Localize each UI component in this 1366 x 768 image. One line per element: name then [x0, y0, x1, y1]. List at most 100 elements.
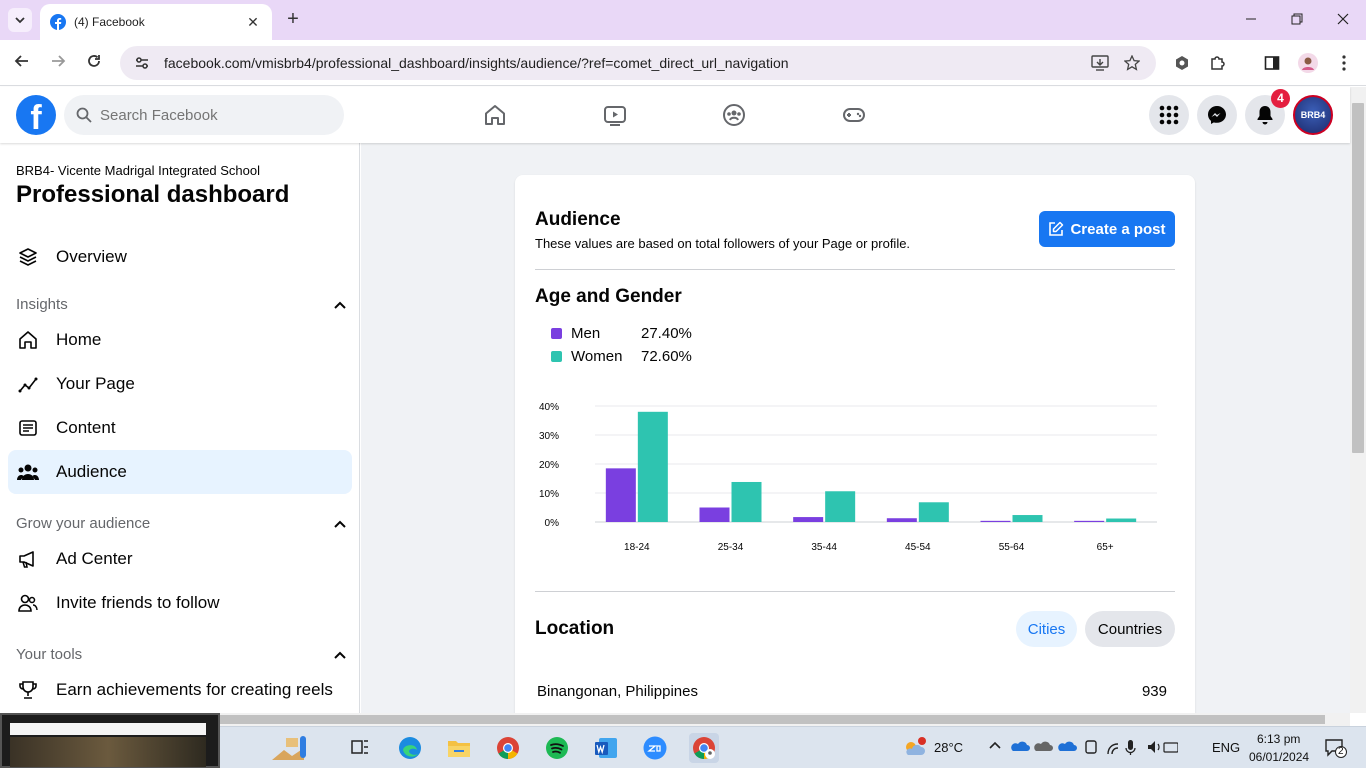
close-glyph	[1337, 13, 1349, 25]
chevron-up-icon[interactable]	[334, 520, 346, 528]
bar-men-45-54	[886, 518, 917, 522]
url-text[interactable]: facebook.com/vmisbrb4/professional_dashb…	[164, 55, 789, 71]
facebook-logo-icon[interactable]: f	[16, 95, 56, 135]
search-input[interactable]	[100, 106, 320, 124]
back-arrow-icon[interactable]	[10, 51, 34, 75]
profile-glyph	[1298, 53, 1318, 73]
weather-temp[interactable]: 28°C	[934, 740, 963, 755]
edge-glyph	[399, 737, 421, 759]
content-cards-icon	[16, 416, 40, 440]
sidebar-item-invite-friends[interactable]: Invite friends to follow	[8, 581, 352, 625]
window-preview-thumbnail[interactable]	[0, 713, 220, 768]
horizontal-scroll-thumb[interactable]	[220, 715, 1325, 724]
messenger-button[interactable]	[1197, 95, 1237, 135]
restore-icon[interactable]	[1285, 8, 1309, 32]
y-tick-label: 10%	[539, 489, 559, 500]
chevron-up-icon[interactable]	[334, 301, 346, 309]
bar-women-18-24	[637, 411, 668, 522]
side-panel-icon[interactable]	[1260, 51, 1284, 75]
site-settings-icon[interactable]	[134, 55, 150, 71]
sidebar-item-achievements[interactable]: Earn achievements for creating reels	[8, 668, 352, 712]
minimize-icon[interactable]	[1239, 8, 1263, 32]
reload-icon[interactable]	[82, 51, 106, 75]
onedrive-icon[interactable]	[1010, 738, 1080, 757]
chrome-app-icon[interactable]	[493, 733, 523, 763]
forward-arrow-icon[interactable]	[46, 51, 70, 75]
close-window-icon[interactable]	[1331, 8, 1355, 32]
sidebar-item-label: Ad Center	[56, 549, 133, 568]
search-icon	[76, 107, 92, 123]
sidebar-item-audience[interactable]: Audience	[8, 450, 352, 494]
extensions-puzzle-icon[interactable]	[1206, 51, 1230, 75]
gaming-nav-icon[interactable]	[834, 95, 874, 135]
tray-overflow-chevron-icon[interactable]	[988, 738, 1002, 755]
system-tray-icons[interactable]	[1084, 738, 1179, 759]
close-tab-icon[interactable]: ✕	[244, 14, 262, 31]
sidebar-item-home[interactable]: Home	[8, 318, 352, 362]
sidebar-item-your-page[interactable]: Your Page	[8, 362, 352, 406]
bookmark-star-icon[interactable]	[1120, 51, 1144, 75]
sidebar-item-content[interactable]: Content	[8, 406, 352, 450]
browser-tab[interactable]: (4) Facebook ✕	[40, 4, 272, 40]
chrome-profile-app-icon[interactable]	[689, 733, 719, 763]
word-app-icon[interactable]	[591, 733, 621, 763]
notification-center-glyph	[1325, 739, 1347, 758]
layers-glyph	[19, 248, 37, 266]
grow-section-header[interactable]: Grow your audience	[16, 515, 346, 532]
tray-system-glyph	[1085, 740, 1179, 755]
spotify-app-icon[interactable]	[542, 733, 572, 763]
y-tick-label: 40%	[539, 402, 559, 413]
home-nav-icon[interactable]	[475, 95, 515, 135]
cities-tab[interactable]: Cities	[1016, 611, 1077, 647]
browser-menu-icon[interactable]	[1332, 51, 1356, 75]
preview-page-image	[10, 737, 206, 767]
x-tick-label: 65+	[1097, 542, 1114, 553]
weather-icon[interactable]	[900, 733, 928, 763]
sidebar-item-overview[interactable]: Overview	[8, 235, 352, 279]
menu-grid-button[interactable]	[1149, 95, 1189, 135]
clock-date[interactable]: 06/01/2024	[1249, 750, 1309, 764]
new-tab-button[interactable]: +	[282, 8, 304, 32]
chevron-down-icon	[15, 17, 25, 24]
video-nav-icon[interactable]	[595, 95, 635, 135]
file-explorer-icon[interactable]	[444, 733, 474, 763]
edge-app-icon[interactable]	[395, 733, 425, 763]
taskbar-desktop-art-icon[interactable]	[268, 733, 308, 763]
location-count: 939	[1141, 683, 1167, 700]
address-bar[interactable]: facebook.com/vmisbrb4/professional_dashb…	[120, 46, 1156, 80]
insights-section-header[interactable]: Insights	[16, 296, 346, 313]
home-outline-glyph	[19, 331, 37, 349]
vertical-scroll-thumb[interactable]	[1352, 103, 1364, 453]
tab-search-button[interactable]	[8, 8, 32, 32]
page-title: Professional dashboard	[16, 181, 290, 208]
groups-nav-icon[interactable]	[714, 95, 754, 135]
account-avatar[interactable]: BRB4	[1293, 95, 1333, 135]
search-box[interactable]	[64, 95, 344, 135]
trend-glyph	[18, 377, 38, 393]
megaphone-icon	[16, 547, 40, 571]
facebook-header: f 4 BRB4	[0, 87, 1350, 143]
chevron-up-icon[interactable]	[334, 651, 346, 659]
notification-center-icon[interactable]	[1324, 738, 1348, 761]
extension-icon[interactable]	[1170, 51, 1194, 75]
profile-avatar-icon[interactable]	[1296, 51, 1320, 75]
restore-glyph	[1291, 13, 1303, 25]
sidebar-item-ad-center[interactable]: Ad Center	[8, 537, 352, 581]
messenger-icon	[1208, 106, 1226, 124]
countries-tab[interactable]: Countries	[1085, 611, 1175, 647]
clock-time[interactable]: 6:13 pm	[1257, 732, 1300, 746]
chrome-profile-glyph	[693, 737, 715, 759]
divider	[535, 591, 1175, 592]
install-app-icon[interactable]	[1088, 51, 1112, 75]
legend-label: Men	[571, 325, 601, 342]
language-indicator[interactable]: ENG	[1212, 740, 1240, 755]
legend-value: 72.60%	[641, 348, 692, 365]
zoom-app-icon[interactable]	[640, 733, 670, 763]
create-post-button[interactable]: Create a post	[1039, 211, 1175, 247]
people-glyph	[17, 464, 39, 480]
tools-section-header[interactable]: Your tools	[16, 646, 346, 663]
task-view-icon[interactable]	[345, 733, 375, 763]
zoom-glyph	[643, 736, 667, 760]
install-glyph	[1091, 55, 1109, 71]
notification-badge: 4	[1271, 89, 1290, 108]
